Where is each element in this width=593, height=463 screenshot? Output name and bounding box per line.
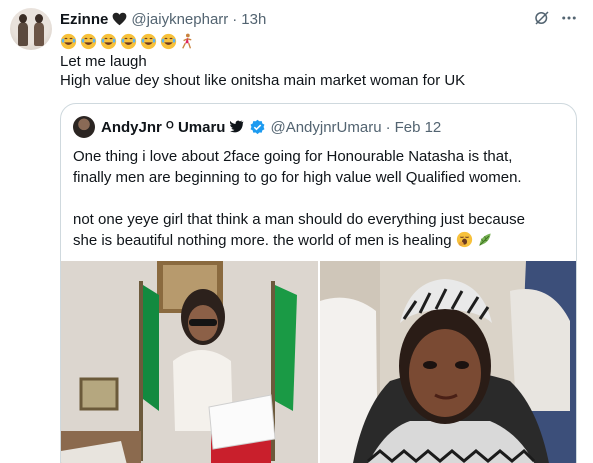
quoted-tweet[interactable]: AndyJnr ᴼ Umaru @AndyjnrUmaru · Feb 12 O… <box>60 103 577 463</box>
tweet-header: Ezinne @jaiyknepharr · 13h <box>60 9 266 29</box>
face-with-tears-of-joy-icon <box>100 33 117 49</box>
separator-dot: · <box>232 10 238 28</box>
face-with-tears-of-joy-icon <box>80 33 97 49</box>
author-name[interactable]: Ezinne <box>60 11 108 28</box>
separator-dot: · <box>385 118 391 136</box>
quoted-author-name[interactable]: AndyJnr ᴼ Umaru <box>101 119 225 136</box>
author-handle[interactable]: @jaiyknepharr <box>131 11 228 28</box>
quoted-tweet-date[interactable]: Feb 12 <box>395 119 442 136</box>
face-with-tears-of-joy-icon <box>160 33 177 49</box>
media-photo-left[interactable] <box>61 261 318 463</box>
quoted-text-line: One thing i love about 2face going for H… <box>73 148 513 165</box>
yawning-face-icon <box>456 231 472 248</box>
tweet-time[interactable]: 13h <box>241 11 266 28</box>
woman-running-icon <box>182 33 192 49</box>
quoted-text-line: finally men are beginning to go for high… <box>73 169 522 186</box>
bird-icon <box>230 120 244 133</box>
quoted-text-line-with-emoji: she is beautiful nothing more. the world… <box>73 230 525 251</box>
face-with-tears-of-joy-icon <box>140 33 157 49</box>
quoted-author-avatar[interactable] <box>73 116 95 138</box>
quoted-text-line: she is beautiful nothing more. the world… <box>73 232 452 249</box>
quoted-tweet-header: AndyJnr ᴼ Umaru @AndyjnrUmaru · Feb 12 <box>101 117 441 137</box>
author-avatar[interactable] <box>10 8 52 50</box>
media-grid <box>61 261 576 463</box>
quoted-text-line: not one yeye girl that think a man shoul… <box>73 211 525 228</box>
quoted-author-handle[interactable]: @AndyjnrUmaru <box>270 119 381 136</box>
grok-icon[interactable] <box>533 9 551 27</box>
tweet-text: Let me laugh High value dey shout like o… <box>60 52 465 90</box>
herb-leaf-icon <box>479 233 491 246</box>
more-options-icon[interactable] <box>560 9 578 27</box>
tweet-text-line: Let me laugh <box>60 53 147 70</box>
face-with-tears-of-joy-icon <box>120 33 137 49</box>
quoted-tweet-text: One thing i love about 2face going for H… <box>73 146 525 251</box>
media-photo-right[interactable] <box>320 261 576 463</box>
emoji-line <box>60 31 194 51</box>
black-heart-icon <box>111 11 127 27</box>
face-with-tears-of-joy-icon <box>60 33 77 49</box>
tweet-text-line: High value dey shout like onitsha main m… <box>60 72 466 89</box>
verified-badge-icon <box>251 119 265 134</box>
